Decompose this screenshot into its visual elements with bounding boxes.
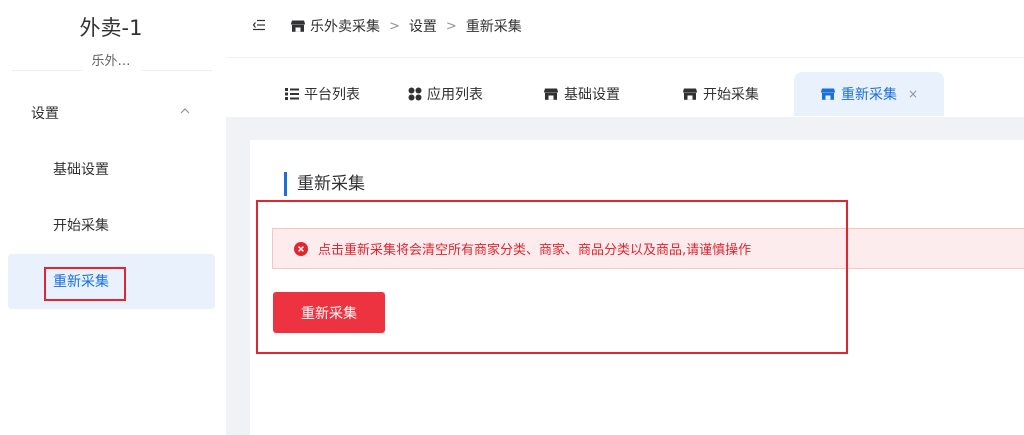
chevron-up-icon <box>180 108 190 114</box>
tab-label: 开始采集 <box>703 87 759 103</box>
page-title: 重新采集 <box>284 172 365 196</box>
menu-group-settings[interactable]: 设置 <box>0 92 222 134</box>
sidebar-divider <box>12 70 212 71</box>
app-subtitle: 乐外… <box>91 54 131 69</box>
shop-icon <box>543 88 559 100</box>
close-icon[interactable]: × <box>908 87 918 101</box>
sidebar: 外卖-1 乐外… 设置 基础设置 开始采集 重新采集 <box>0 0 226 435</box>
sidebar-item-label: 基础设置 <box>53 162 109 178</box>
tab-label: 基础设置 <box>564 87 620 103</box>
sidebar-item-label: 开始采集 <box>53 218 109 234</box>
alert-message: 点击重新采集将会清空所有商家分类、商家、商品分类以及商品,请谨慎操作 <box>318 243 752 258</box>
menu-fold-icon[interactable] <box>252 18 266 32</box>
sidebar-item-recollect[interactable]: 重新采集 <box>8 254 215 309</box>
shop-icon <box>820 88 836 100</box>
app-title: 外卖-1 <box>79 16 143 40</box>
sidebar-item-basic-settings[interactable]: 基础设置 <box>8 142 215 197</box>
breadcrumb-label: 乐外卖采集 <box>310 19 380 35</box>
breadcrumb-label: 设置 <box>408 19 437 35</box>
tab-platform-list[interactable]: 平台列表 <box>285 72 360 116</box>
annotation-highlight-box <box>44 267 126 301</box>
recollect-button[interactable]: 重新采集 <box>273 292 385 333</box>
breadcrumb: 乐外卖采集 > 设置 > 重新采集 <box>290 16 522 36</box>
apps-icon <box>408 87 422 101</box>
shop-icon <box>290 20 306 32</box>
tab-basic-settings[interactable]: 基础设置 <box>543 72 620 116</box>
tab-label: 平台列表 <box>304 87 360 103</box>
tab-label: 重新采集 <box>841 87 897 103</box>
tab-recollect[interactable]: 重新采集 × <box>794 72 945 116</box>
tab-label: 应用列表 <box>427 87 483 103</box>
shop-icon <box>682 88 698 100</box>
sidebar-item-start-collect[interactable]: 开始采集 <box>8 198 215 253</box>
breadcrumb-item-root[interactable]: 乐外卖采集 <box>290 16 380 36</box>
breadcrumb-separator: > <box>445 18 457 34</box>
breadcrumb-item-settings[interactable]: 设置 <box>409 16 437 36</box>
tab-start-collect[interactable]: 开始采集 <box>682 72 759 116</box>
warning-alert: 点击重新采集将会清空所有商家分类、商家、商品分类以及商品,请谨慎操作 <box>272 228 1024 269</box>
menu-group-label: 设置 <box>31 106 59 122</box>
list-icon <box>285 88 299 100</box>
breadcrumb-item-current: 重新采集 <box>466 16 522 36</box>
content-panel <box>250 140 1024 435</box>
breadcrumb-label: 重新采集 <box>465 19 522 35</box>
tabs-bar: 平台列表 应用列表 基础设置 开始采集 重新采集 × <box>226 59 1024 117</box>
error-circle-icon <box>294 241 308 256</box>
breadcrumb-separator: > <box>389 18 400 34</box>
top-bar: 乐外卖采集 > 设置 > 重新采集 <box>226 0 1024 58</box>
tab-app-list[interactable]: 应用列表 <box>408 72 483 116</box>
